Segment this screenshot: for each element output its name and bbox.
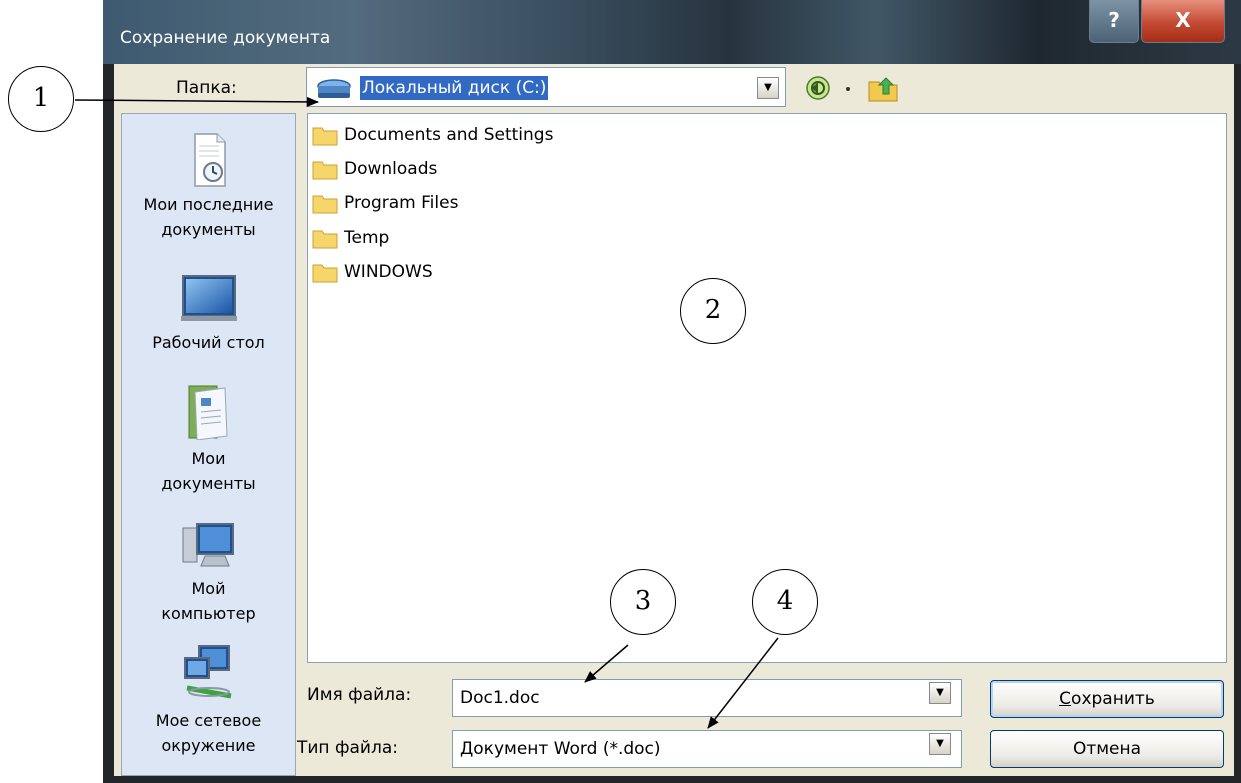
- callout-2: 2: [680, 278, 746, 344]
- annotation-arrows: [74, 96, 779, 729]
- callout-1: 1: [8, 66, 74, 132]
- callout-4: 4: [752, 569, 818, 635]
- callout-1-arrow: [74, 96, 319, 107]
- callout-3: 3: [610, 569, 676, 635]
- callout-4-arrow: [707, 637, 779, 729]
- callout-3-arrow: [584, 644, 629, 683]
